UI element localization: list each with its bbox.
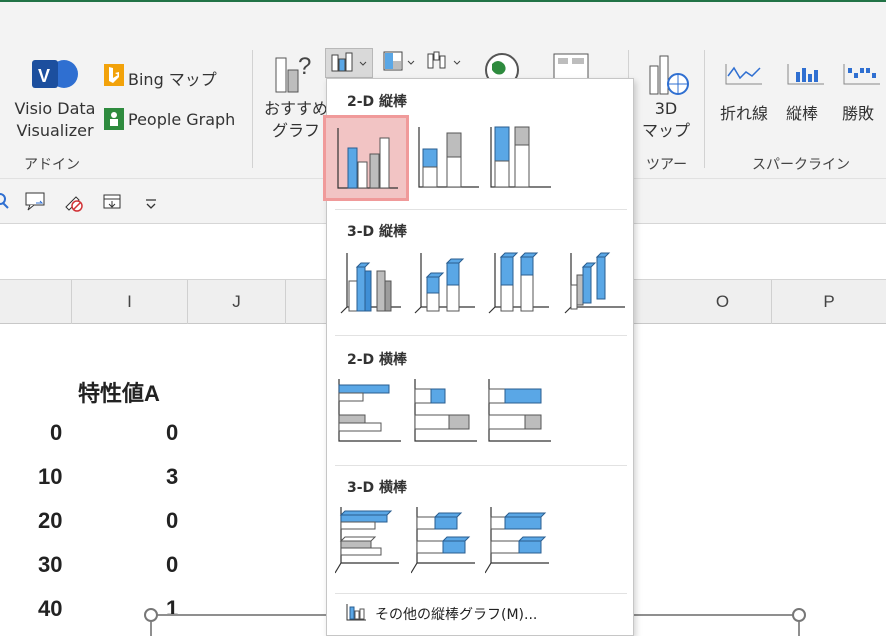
section-title-2d-column: 2-D 縦棒 <box>347 94 408 110</box>
hierarchy-chart-button[interactable] <box>378 48 422 78</box>
sparkline-column-button[interactable]: 縦棒 <box>786 100 818 124</box>
svg-text:V: V <box>38 66 50 86</box>
3d-clustered-bar-option[interactable] <box>334 503 405 577</box>
people-graph-button[interactable]: People Graph <box>128 110 235 129</box>
sparkline-line-icon[interactable] <box>724 60 764 90</box>
bing-maps-button[interactable]: Bing マップ <box>128 66 217 90</box>
chart-frame-border <box>150 622 152 636</box>
group-divider <box>704 50 705 168</box>
section-divider <box>335 335 627 336</box>
chart-frame-border <box>798 622 800 636</box>
tour-group-label: ツアー <box>646 157 688 173</box>
cell-x[interactable]: 20 <box>38 508 62 534</box>
3d-100-percent-stacked-column-option[interactable] <box>485 245 555 319</box>
cell-y[interactable]: 0 <box>166 420 178 446</box>
people-graph-icon <box>104 108 124 134</box>
sparkline-column-icon[interactable] <box>786 60 826 90</box>
column-chart-small-icon <box>345 603 367 625</box>
search-icon[interactable] <box>0 191 12 215</box>
comment-icon[interactable] <box>24 191 46 217</box>
bing-icon <box>104 64 124 90</box>
cell-y[interactable]: 1 <box>166 596 178 622</box>
3d-column-option[interactable] <box>561 245 631 319</box>
stacked-bar-option[interactable] <box>411 375 481 449</box>
customize-toolbar-icon[interactable] <box>144 195 158 214</box>
column-header-i[interactable]: I <box>72 280 188 324</box>
section-title-3d-column: 3-D 縦棒 <box>347 224 408 240</box>
header-cell[interactable]: 特性値A <box>78 376 160 408</box>
svg-text:?: ? <box>298 53 311 80</box>
clustered-column-option[interactable] <box>323 115 409 201</box>
cell-y[interactable]: 0 <box>166 552 178 578</box>
section-divider <box>335 593 627 594</box>
column-header-p[interactable]: P <box>772 280 886 324</box>
cell-x[interactable]: 0 <box>50 420 62 446</box>
group-divider <box>252 50 253 168</box>
resize-handle[interactable] <box>792 608 806 622</box>
more-column-charts-item[interactable]: その他の縦棒グラフ(M)... <box>345 603 537 625</box>
cell-x[interactable]: 10 <box>38 464 62 490</box>
sparklines-group-label: スパークライン <box>752 157 850 173</box>
stacked-column-option[interactable] <box>413 123 483 197</box>
sparkline-line-button[interactable]: 折れ線 <box>720 100 768 124</box>
3d-stacked-column-option[interactable] <box>411 245 481 319</box>
100-percent-stacked-bar-option[interactable] <box>485 375 555 449</box>
cell-x[interactable]: 40 <box>38 596 62 622</box>
100-percent-stacked-column-option[interactable] <box>485 123 555 197</box>
3d-100-percent-stacked-bar-option[interactable] <box>484 503 555 577</box>
more-column-charts-label: その他の縦棒グラフ(M)... <box>375 607 538 623</box>
recommended-charts-icon[interactable]: ? <box>270 50 318 98</box>
column-chart-dropdown: 2-D 縦棒 3-D 縦棒 2-D 横棒 3-D 横棒 その他の縦棒グラフ(M)… <box>323 78 634 636</box>
form-icon[interactable] <box>102 193 122 215</box>
cell-y[interactable]: 0 <box>166 508 178 534</box>
cell-x[interactable]: 30 <box>38 552 62 578</box>
visio-data-visualizer-button[interactable]: Visio Data Visualizer <box>14 98 96 142</box>
cell-y[interactable]: 3 <box>166 464 178 490</box>
visio-icon[interactable]: V <box>28 54 78 94</box>
resize-handle[interactable] <box>144 608 158 622</box>
section-divider <box>335 209 627 210</box>
column-header-h[interactable] <box>0 280 72 324</box>
section-title-3d-bar: 3-D 横棒 <box>347 480 408 496</box>
sparkline-winloss-icon[interactable] <box>842 60 882 90</box>
section-divider <box>335 465 627 466</box>
clustered-bar-option[interactable] <box>335 375 405 449</box>
waterfall-chart-button[interactable] <box>424 48 468 78</box>
delete-comment-icon[interactable] <box>62 191 84 217</box>
3d-stacked-bar-option[interactable] <box>410 503 481 577</box>
section-title-2d-bar: 2-D 横棒 <box>347 352 408 368</box>
3d-clustered-column-option[interactable] <box>337 245 407 319</box>
3d-map-button[interactable]: 3D マップ <box>638 98 694 142</box>
recommended-charts-button[interactable]: おすすめ グラフ <box>262 98 330 142</box>
column-chart-button[interactable] <box>325 48 373 78</box>
addins-group-label: アドイン <box>24 157 80 173</box>
sparkline-winloss-button[interactable]: 勝敗 <box>842 100 874 124</box>
column-header-o[interactable]: O <box>674 280 772 324</box>
column-header-j[interactable]: J <box>188 280 286 324</box>
3d-map-icon[interactable] <box>646 54 692 100</box>
